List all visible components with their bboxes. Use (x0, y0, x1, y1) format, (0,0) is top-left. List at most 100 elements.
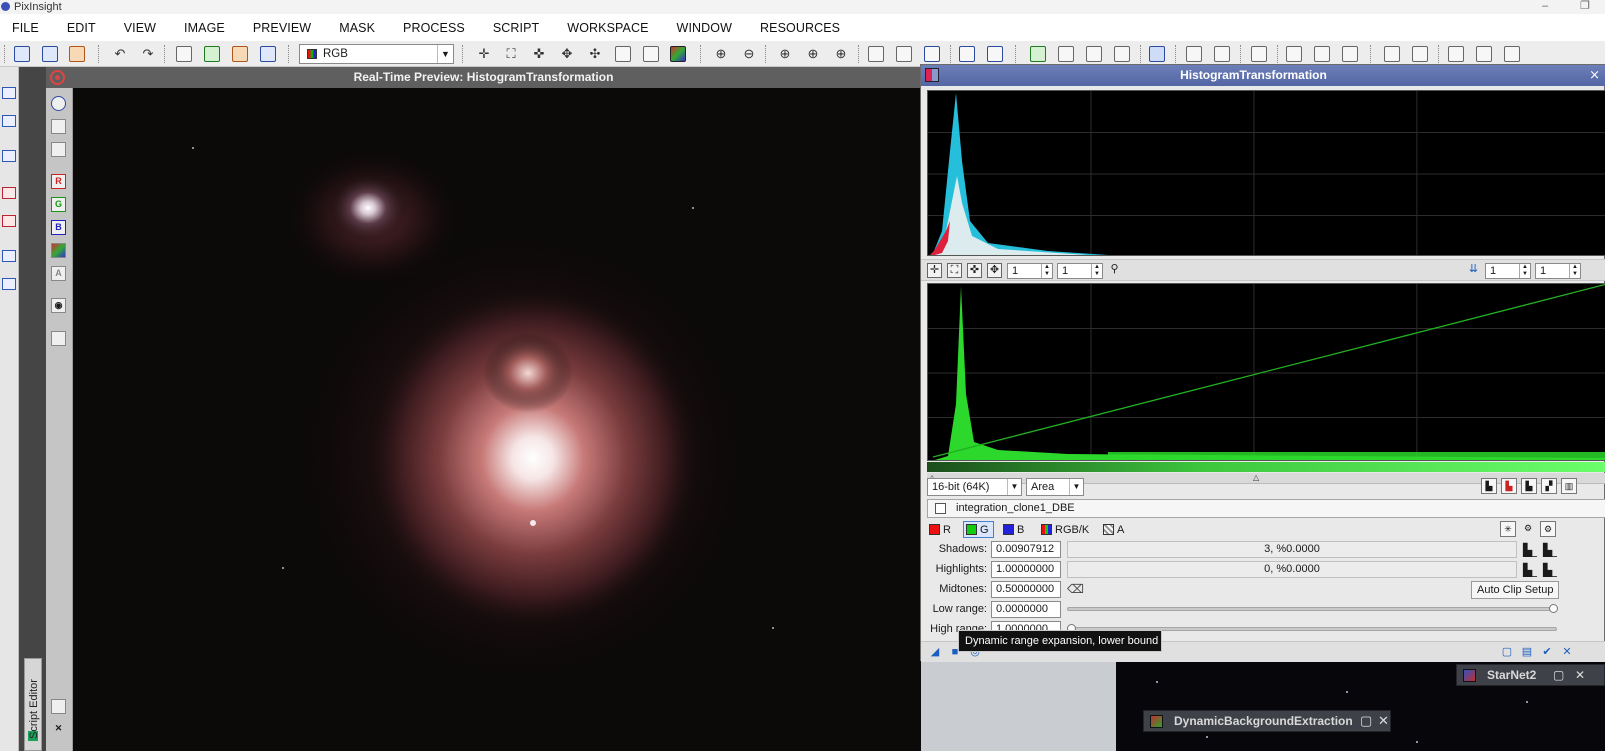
restore-icon[interactable]: ❐ (1580, 0, 1590, 12)
decrement-icon[interactable]: ▼ (1569, 271, 1580, 278)
process-console-icon[interactable] (2, 215, 16, 227)
workspace-2-icon[interactable] (1314, 46, 1330, 62)
channel-g-button[interactable]: G (963, 521, 994, 538)
resource-2-icon[interactable] (1476, 46, 1492, 62)
low-range-slider[interactable] (1067, 607, 1557, 611)
save-image-icon[interactable] (69, 46, 85, 62)
zoom-1-1-icon[interactable]: ⊕ (777, 46, 793, 62)
preview-duplicate-icon[interactable] (51, 142, 66, 157)
file-explorer-icon[interactable] (2, 250, 16, 262)
center-icon[interactable]: ✣ (587, 46, 603, 62)
delete-preview-icon[interactable] (896, 46, 912, 62)
graph-mode-3-icon[interactable]: ▙ (1521, 478, 1537, 494)
combine-channels-icon[interactable] (260, 46, 276, 62)
reset-all-icon[interactable]: ✳ (1500, 521, 1516, 537)
menu-resources[interactable]: RESOURCES (760, 21, 840, 35)
zoom-3-1-icon[interactable]: ⊕ (833, 46, 849, 62)
object-explorer-icon[interactable] (2, 278, 16, 290)
resource-1-icon[interactable] (1448, 46, 1464, 62)
camera-icon[interactable]: ◉ (51, 298, 66, 313)
view-explorer-icon[interactable] (2, 115, 16, 127)
input-histogram[interactable] (927, 283, 1605, 461)
script-editor-tab[interactable]: Script Editor (24, 658, 42, 751)
midtones-input[interactable]: 0.50000000 (991, 581, 1061, 598)
mask-select-icon[interactable] (1058, 46, 1074, 62)
track-view-icon[interactable]: ▤ (1521, 646, 1533, 658)
redo-icon[interactable]: ↷ (140, 46, 156, 62)
auto-clip-setup-button[interactable]: Auto Clip Setup (1471, 581, 1560, 599)
readout-mode-icon[interactable] (615, 46, 631, 62)
preview-close-x-icon[interactable]: ✕ (51, 722, 66, 737)
channel-rgb-button[interactable] (51, 243, 66, 258)
graph-mode-4-icon[interactable]: ▞ (1541, 478, 1557, 494)
workspace-1-icon[interactable] (1286, 46, 1302, 62)
cascade-windows-icon[interactable] (1412, 46, 1428, 62)
process-icon[interactable] (959, 46, 975, 62)
decrement-icon[interactable]: ▼ (1041, 271, 1052, 278)
pan-icon[interactable]: ✥ (559, 46, 575, 62)
move-cursor-icon[interactable]: ✛ (476, 46, 492, 62)
increment-icon[interactable]: ▲ (1041, 264, 1052, 271)
mask-new-icon[interactable] (1030, 46, 1046, 62)
toolbar-grip[interactable] (4, 45, 6, 63)
format-explorer-icon[interactable] (2, 150, 16, 162)
clip-highlights-icon[interactable]: ▙ (1543, 563, 1557, 577)
increment-icon[interactable]: ▲ (1569, 264, 1580, 271)
decrement-icon[interactable]: ▼ (1091, 271, 1102, 278)
resource-3-icon[interactable] (1504, 46, 1520, 62)
menu-preview[interactable]: PREVIEW (253, 21, 311, 35)
show-mask-icon[interactable] (1149, 46, 1165, 62)
menu-view[interactable]: VIEW (124, 21, 156, 35)
preview-mode-icon[interactable] (643, 46, 659, 62)
new-image-icon[interactable] (14, 46, 30, 62)
menu-script[interactable]: SCRIPT (493, 21, 539, 35)
channel-b-button[interactable]: B (51, 220, 66, 235)
zoom-fit-icon[interactable]: ⛶ (503, 46, 519, 62)
menu-process[interactable]: PROCESS (403, 21, 465, 35)
channel-r-button[interactable]: R (51, 174, 66, 189)
history-icon[interactable] (1251, 46, 1267, 62)
restore-icon[interactable]: ▢ (1360, 713, 1372, 729)
preview-circle-icon[interactable] (51, 96, 66, 111)
clear-midtones-icon[interactable]: ⌫ (1067, 582, 1084, 596)
menu-workspace[interactable]: WORKSPACE (567, 21, 648, 35)
auto-highlights-icon[interactable]: ▙ (1523, 563, 1537, 577)
preview-window-icon[interactable] (924, 46, 940, 62)
graph-style-select[interactable]: Area ▼ (1026, 478, 1084, 496)
horizontal-zoom-lower[interactable]: 1 ▲ ▼ (1485, 263, 1531, 279)
channel-g-button[interactable]: G (51, 197, 66, 212)
menu-mask[interactable]: MASK (339, 21, 375, 35)
menu-edit[interactable]: EDIT (67, 21, 96, 35)
duplicate-image-icon[interactable] (204, 46, 220, 62)
channel-a-button[interactable]: A (51, 266, 66, 281)
explorer-monitor-icon[interactable] (2, 87, 16, 99)
reset-icon[interactable]: ✕ (1561, 646, 1573, 658)
process-explorer-icon[interactable] (987, 46, 1003, 62)
chevron-down-icon[interactable]: ▼ (1069, 479, 1083, 495)
channel-b-button[interactable]: B (1003, 521, 1024, 538)
output-histogram[interactable] (927, 90, 1605, 256)
chevron-down-icon[interactable]: ▼ (437, 45, 453, 63)
new-preview-icon[interactable] (868, 46, 884, 62)
ht-close-icon[interactable]: ⨯ (1589, 67, 1600, 83)
image-info-icon[interactable] (176, 46, 192, 62)
vertical-zoom-lower[interactable]: 1 ▲ ▼ (1535, 263, 1581, 279)
horizontal-zoom-upper[interactable]: 1 ▲ ▼ (1007, 263, 1053, 279)
script-run-icon[interactable] (1186, 46, 1202, 62)
vertical-zoom-upper[interactable]: 1 ▲ ▼ (1057, 263, 1103, 279)
highlights-input[interactable]: 1.00000000 (991, 561, 1061, 578)
target-view-select[interactable]: integration_clone1_DBE (927, 499, 1605, 518)
mask-invert-icon[interactable] (1114, 46, 1130, 62)
restore-icon[interactable]: ▢ (1553, 668, 1564, 682)
magnifier-icon[interactable]: ⚲ (1107, 263, 1122, 278)
preview-layout-icon[interactable] (51, 331, 66, 346)
channel-select[interactable]: RGB ▼ (299, 44, 454, 64)
graph-mode-2-icon[interactable]: ▙ (1501, 478, 1517, 494)
zoom-fit-icon[interactable]: ⛶ (947, 263, 962, 278)
low-range-knob[interactable] (1549, 604, 1558, 613)
channel-r-button[interactable]: R (929, 521, 951, 538)
apply-check-icon[interactable]: ✔ (1541, 646, 1553, 658)
zoom-center-icon[interactable]: ✥ (987, 263, 1002, 278)
browse-doc-icon[interactable]: ▢ (1501, 646, 1513, 658)
tile-windows-icon[interactable] (1384, 46, 1400, 62)
